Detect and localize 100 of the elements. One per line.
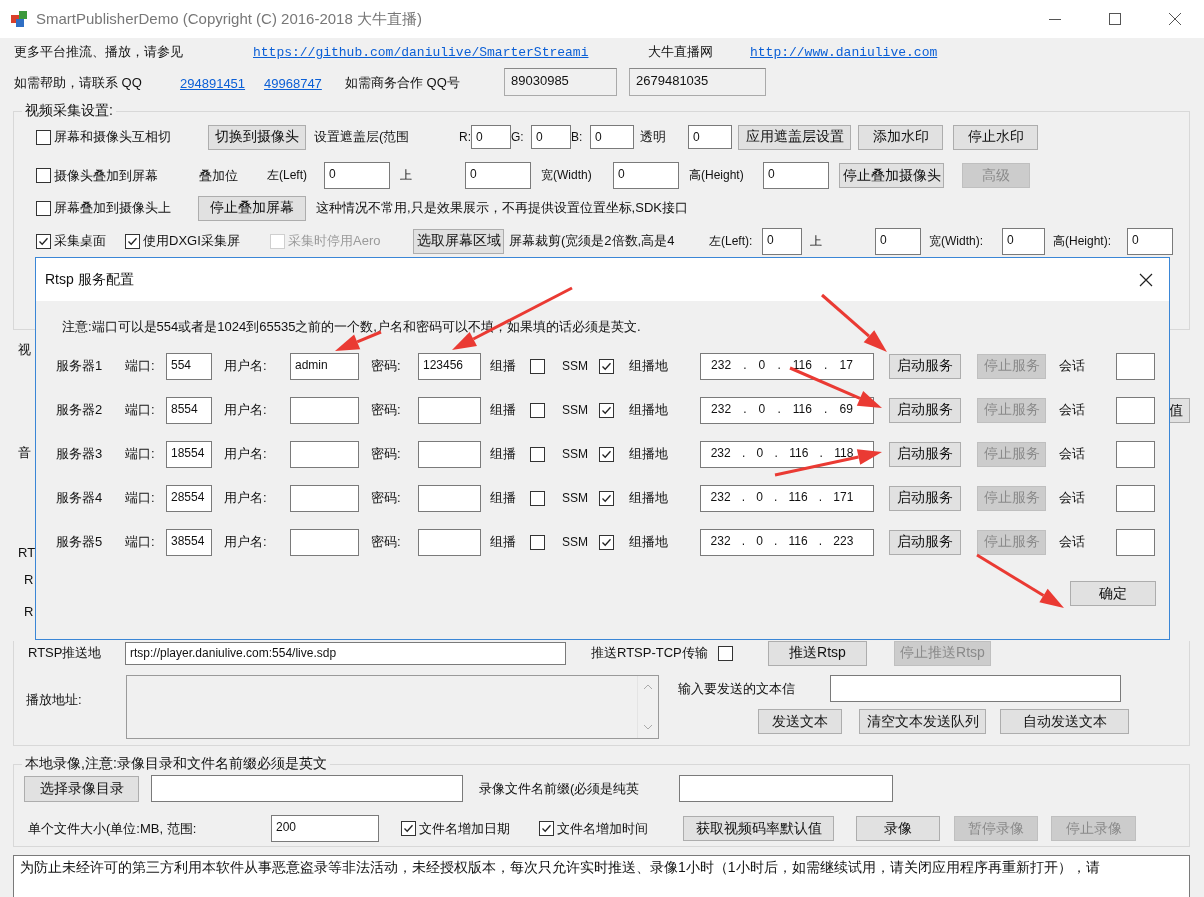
button[interactable]: 录像: [856, 816, 940, 841]
input-field[interactable]: 123456: [418, 352, 481, 380]
switch-button[interactable]: 切换到摄像头: [208, 124, 306, 150]
session-field[interactable]: [1116, 352, 1155, 380]
checkbox[interactable]: [530, 534, 545, 550]
input-field[interactable]: [290, 528, 359, 556]
link[interactable]: http://www.daniulive.com: [750, 44, 938, 60]
link[interactable]: 49968747: [264, 75, 345, 91]
input-field[interactable]: [290, 440, 359, 468]
input-field[interactable]: [290, 396, 359, 424]
input-field[interactable]: admin: [290, 352, 359, 380]
checkbox[interactable]: [599, 402, 614, 418]
ip-address-field[interactable]: 232 . 0 . 116 . 17: [700, 352, 874, 380]
input-field[interactable]: 0: [875, 227, 921, 255]
checkbox[interactable]: [599, 358, 614, 374]
input-field[interactable]: 0: [613, 162, 679, 189]
checkbox[interactable]: [599, 490, 614, 506]
button[interactable]: 添加水印: [858, 124, 943, 150]
checkbox[interactable]: [599, 446, 614, 462]
button[interactable]: 停止叠加摄像头: [839, 163, 944, 188]
checkbox-label: SSM: [562, 535, 589, 549]
input-field[interactable]: 0: [531, 125, 571, 149]
input-field[interactable]: [151, 775, 463, 802]
field-label: 高(Height): [688, 167, 745, 184]
input-field[interactable]: 554: [166, 352, 212, 380]
checkbox[interactable]: [125, 233, 140, 249]
button[interactable]: 获取视频码率默认值: [683, 816, 834, 841]
ip-address-field[interactable]: 232 . 0 . 116 . 171: [700, 484, 874, 512]
color-label: R:: [459, 130, 471, 144]
input-field[interactable]: 18554: [166, 440, 212, 468]
checkbox[interactable]: [36, 168, 51, 183]
start-button[interactable]: 启动服务: [889, 485, 961, 511]
input-field[interactable]: [290, 484, 359, 512]
checkbox[interactable]: [539, 821, 554, 836]
input-field[interactable]: 0: [762, 227, 802, 255]
input-field[interactable]: 0: [1127, 227, 1173, 255]
maximize-icon[interactable]: [1108, 12, 1122, 26]
input-field[interactable]: 0: [324, 162, 390, 189]
partial-label: 视: [18, 342, 31, 358]
start-button[interactable]: 启动服务: [889, 529, 961, 555]
ok-button[interactable]: 确定: [1070, 581, 1156, 606]
close-icon[interactable]: [1168, 12, 1182, 26]
link[interactable]: 294891451: [180, 75, 264, 91]
button[interactable]: 选择录像目录: [24, 775, 139, 802]
input-field[interactable]: [418, 528, 481, 556]
field-label: 用户名:: [224, 533, 268, 551]
link[interactable]: https://github.com/daniulive/SmarterStreami: [253, 44, 648, 60]
checkbox[interactable]: [401, 821, 416, 836]
checkbox-label: 组播: [490, 489, 517, 507]
button[interactable]: 发送文本: [758, 709, 842, 734]
button[interactable]: 清空文本发送队列: [859, 709, 986, 734]
checkbox[interactable]: [36, 233, 51, 249]
input-field[interactable]: [418, 440, 481, 468]
input-field[interactable]: [418, 396, 481, 424]
help-label: 如需帮助，请联系 QQ: [14, 74, 143, 92]
checkbox[interactable]: [530, 446, 545, 462]
input-field[interactable]: 200: [271, 815, 379, 842]
button[interactable]: 应用遮盖层设置: [738, 124, 851, 150]
input-field[interactable]: 0: [590, 125, 634, 149]
session-field[interactable]: [1116, 396, 1155, 424]
ip-address-field[interactable]: 232 . 0 . 116 . 69: [700, 396, 874, 424]
input-field[interactable]: 0: [763, 162, 829, 189]
input-field[interactable]: rtsp://player.daniulive.com:554/live.sdp: [125, 641, 566, 665]
input-field[interactable]: 0: [1002, 227, 1045, 255]
checkbox-label: 屏幕叠加到摄像头上: [53, 199, 172, 217]
ip-address-field[interactable]: 232 . 0 . 116 . 223: [700, 528, 874, 556]
checkbox[interactable]: [599, 534, 614, 550]
note-text: 这种情况不常用,只是效果展示，不再提供设置位置坐标,SDK接口: [316, 199, 688, 217]
start-button[interactable]: 启动服务: [889, 397, 961, 423]
start-button[interactable]: 启动服务: [889, 441, 961, 467]
button[interactable]: 自动发送文本: [1000, 709, 1129, 734]
button[interactable]: 推送Rtsp: [768, 640, 867, 666]
session-field[interactable]: [1116, 484, 1155, 512]
business-label: 如需商务合作 QQ号: [345, 74, 461, 92]
input-field[interactable]: 8554: [166, 396, 212, 424]
checkbox[interactable]: [36, 200, 51, 216]
checkbox-label: 组播: [490, 445, 517, 463]
input-field[interactable]: [830, 675, 1121, 702]
checkbox[interactable]: [530, 402, 545, 418]
input-field[interactable]: 0: [688, 125, 732, 149]
button[interactable]: 停止叠加屏幕: [198, 195, 306, 221]
input-field[interactable]: 38554: [166, 528, 212, 556]
input-field[interactable]: 28554: [166, 484, 212, 512]
info-label: 更多平台推流、播放，请参见: [14, 43, 184, 61]
button[interactable]: 选取屏幕区域: [413, 228, 504, 254]
checkbox[interactable]: [36, 129, 51, 145]
close-icon[interactable]: [1139, 272, 1153, 287]
start-button[interactable]: 启动服务: [889, 353, 961, 379]
checkbox[interactable]: [530, 490, 545, 506]
input-field[interactable]: 0: [471, 125, 511, 149]
session-field[interactable]: [1116, 528, 1155, 556]
input-field[interactable]: [679, 775, 893, 802]
session-field[interactable]: [1116, 440, 1155, 468]
checkbox[interactable]: [530, 358, 545, 374]
checkbox-label: 采集桌面: [53, 232, 107, 250]
input-field[interactable]: 0: [465, 162, 531, 189]
button[interactable]: 停止水印: [953, 124, 1038, 150]
ip-address-field[interactable]: 232 . 0 . 116 . 118: [700, 440, 874, 468]
checkbox[interactable]: [718, 645, 733, 661]
input-field[interactable]: [418, 484, 481, 512]
